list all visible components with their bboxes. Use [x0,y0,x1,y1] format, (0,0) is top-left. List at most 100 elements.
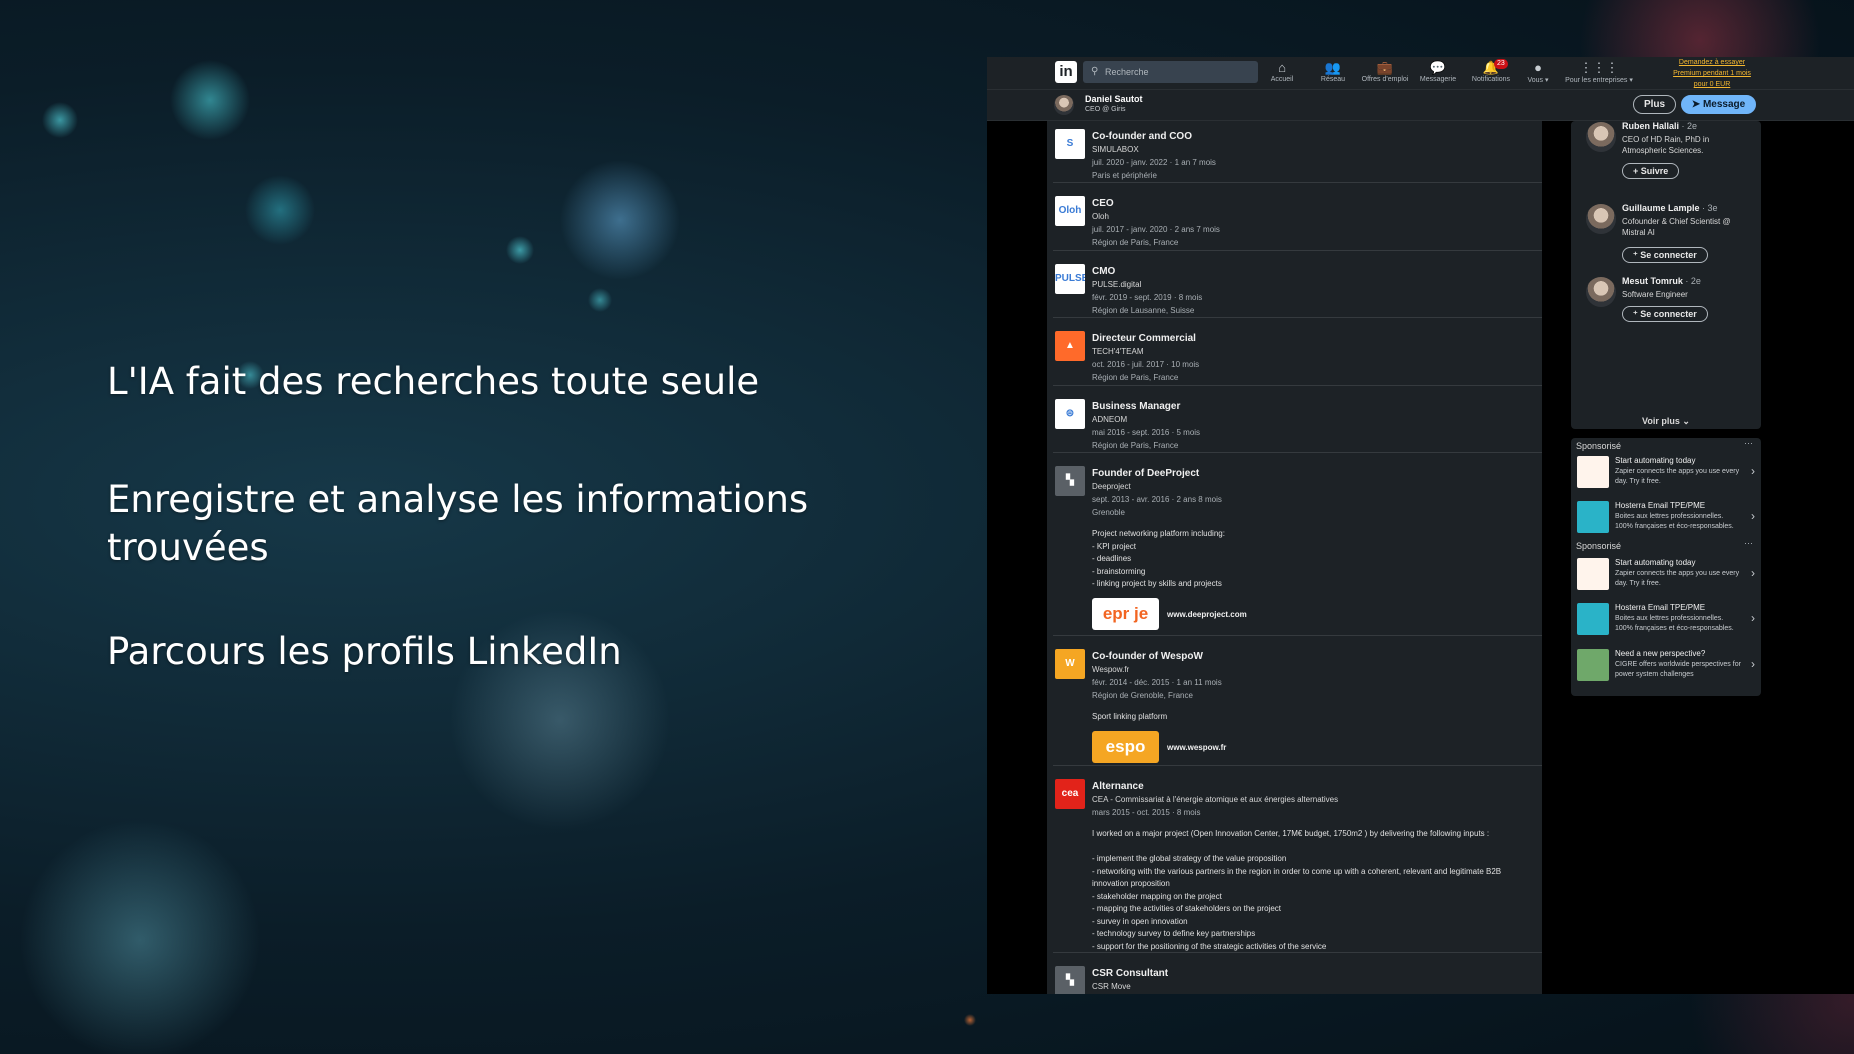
media-thumbnail[interactable]: epr je [1092,597,1159,630]
experience-company[interactable]: CSR Move [1092,982,1131,991]
company-logo-icon[interactable]: PULSE [1055,264,1085,294]
ad-text: Zapier connects the apps you use every d… [1615,468,1740,485]
premium-cta-link[interactable]: Demandez à essayer Premium pendant 1 moi… [1671,57,1753,90]
more-options-icon[interactable]: ··· [1744,538,1753,548]
experience-title[interactable]: Alternance [1092,781,1144,792]
follow-button[interactable]: + Suivre [1622,163,1680,179]
person-name[interactable]: Guillaume Lample · 3e [1622,203,1718,213]
media-link[interactable]: www.wespow.fr [1167,743,1226,752]
experience-company[interactable]: Oloh [1092,212,1109,221]
chevron-right-icon[interactable]: › [1751,566,1755,580]
person-avatar[interactable] [1586,122,1616,152]
profile-sticky-bar: Daniel Sautot CEO @ Giris Plus ➤ Message [987,90,1854,121]
media-link[interactable]: www.deeproject.com [1167,610,1247,619]
company-logo-icon[interactable]: S [1055,129,1085,159]
ad-title[interactable]: Start automating today [1615,558,1696,567]
company-logo-icon[interactable]: Oloh [1055,196,1085,226]
more-options-icon[interactable]: ··· [1744,438,1753,448]
message-button-label: Message [1702,99,1746,110]
cigre-icon[interactable] [1577,649,1609,681]
experience-divider [1053,765,1542,766]
profile-name[interactable]: Daniel Sautot [1085,94,1143,104]
experience-title[interactable]: Co-founder and COO [1092,131,1192,142]
experience-description-line: - mapping the activities of stakeholders… [1092,904,1281,913]
ad-title[interactable]: Hosterra Email TPE/PME [1615,603,1705,612]
company-logo-icon[interactable]: ▚ [1055,966,1085,994]
experience-dates: févr. 2014 - déc. 2015 · 1 an 11 mois [1092,678,1222,687]
experience-company[interactable]: Wespow.fr [1092,665,1129,674]
zapier-icon[interactable] [1577,456,1609,488]
experience-divider [1053,317,1542,318]
company-logo-icon[interactable]: ▚ [1055,466,1085,496]
search-input[interactable]: ⚲ Recherche [1083,61,1258,83]
company-logo-icon[interactable]: ⊜ [1055,399,1085,429]
zapier-icon[interactable] [1577,558,1609,590]
chevron-right-icon[interactable]: › [1751,657,1755,671]
ad-title[interactable]: Hosterra Email TPE/PME [1615,501,1705,510]
person-name[interactable]: Mesut Tomruk · 2e [1622,276,1701,286]
nav-item-2[interactable]: 💼 Offres d'emploi [1355,59,1415,83]
profile-role: CEO @ Giris [1085,106,1126,113]
ad-text: Boites aux lettres professionnelles. 100… [1615,615,1734,632]
experience-location: Région de Paris, France [1092,373,1179,382]
connect-button[interactable]: ⁺ Se connecter [1622,247,1708,263]
ad-title[interactable]: Need a new perspective? [1615,649,1705,658]
ad-text: CIGRE offers worldwide perspectives for … [1615,661,1741,678]
nav-item-1[interactable]: 👥 Réseau [1303,59,1363,83]
company-logo-icon[interactable]: W [1055,649,1085,679]
chevron-right-icon[interactable]: › [1751,509,1755,523]
experience-title[interactable]: Directeur Commercial [1092,333,1196,344]
experience-description-line: - deadlines [1092,554,1132,563]
ad-text: Boites aux lettres professionnelles. 100… [1615,513,1734,530]
experience-company[interactable]: CEA - Commissariat à l'énergie atomique … [1092,795,1338,804]
experience-location: Région de Grenoble, France [1092,691,1193,700]
chevron-right-icon[interactable]: › [1751,464,1755,478]
caption-analyze: Enregistre et analyse les informations t… [107,478,809,569]
nav-item-label: Réseau [1320,76,1346,83]
person-avatar[interactable] [1586,277,1616,307]
experience-company[interactable]: TECH'4'TEAM [1092,347,1144,356]
experience-company[interactable]: SIMULABOX [1092,145,1139,154]
nav-item-label: Accueil [1270,76,1294,83]
dino-icon[interactable] [1577,603,1609,635]
experience-location: Région de Lausanne, Suisse [1092,306,1195,315]
caption-search: L'IA fait des recherches toute seule [107,360,760,403]
connect-button[interactable]: ⁺ Se connecter [1622,306,1708,322]
experience-title[interactable]: Co-founder of WespoW [1092,651,1203,662]
experience-description-line: - KPI project [1092,541,1137,551]
experience-dates: mai 2016 - sept. 2016 · 5 mois [1092,428,1201,437]
experience-dates: juil. 2020 - janv. 2022 · 1 an 7 mois [1092,158,1216,167]
experience-description-line: - linking project by skills and projects [1092,579,1222,588]
experience-title[interactable]: Founder of DeeProject [1092,468,1199,479]
experience-description-line: - brainstorming [1092,566,1146,576]
profile-avatar [1054,95,1074,115]
right-sidebar: Ruben Hallali · 2e CEO of HD Rain, PhD in… [1571,121,1761,994]
experience-description-line: Sport linking platform [1092,712,1168,721]
experience-title[interactable]: CEO [1092,198,1114,209]
ad-title[interactable]: Start automating today [1615,456,1696,465]
nav-item-3[interactable]: 💬 Messagerie [1408,59,1468,83]
nav-item-6[interactable]: ⋮⋮⋮ Pour les entreprises ▾ [1559,59,1639,84]
person-headline: Cofounder & Chief Scientist @ Mistral AI [1622,217,1731,237]
dino-icon[interactable] [1577,501,1609,533]
experience-company[interactable]: Deeproject [1092,482,1131,491]
experience-description-line: I worked on a major project (Open Innova… [1092,829,1490,838]
experience-company[interactable]: ADNEOM [1092,415,1127,424]
experience-title[interactable]: CSR Consultant [1092,968,1168,979]
person-degree: · 2e [1681,121,1698,131]
company-logo-icon[interactable]: cea [1055,779,1085,809]
linkedin-logo[interactable]: in [1055,61,1077,83]
experience-title[interactable]: CMO [1092,266,1115,277]
person-avatar[interactable] [1586,204,1616,234]
see-more-button[interactable]: Voir plus ⌄ [1571,416,1761,427]
company-logo-icon[interactable]: ▲ [1055,331,1085,361]
person-degree: · 3e [1702,203,1718,213]
experience-company[interactable]: PULSE.digital [1092,280,1141,289]
chevron-right-icon[interactable]: › [1751,611,1755,625]
sponsored-label: Sponsorisé [1576,441,1622,451]
person-name[interactable]: Ruben Hallali · 2e [1622,121,1697,131]
media-thumbnail[interactable]: espo [1092,730,1159,763]
message-button[interactable]: ➤ Message [1681,95,1756,114]
experience-title[interactable]: Business Manager [1092,401,1180,412]
more-button[interactable]: Plus [1633,95,1676,114]
